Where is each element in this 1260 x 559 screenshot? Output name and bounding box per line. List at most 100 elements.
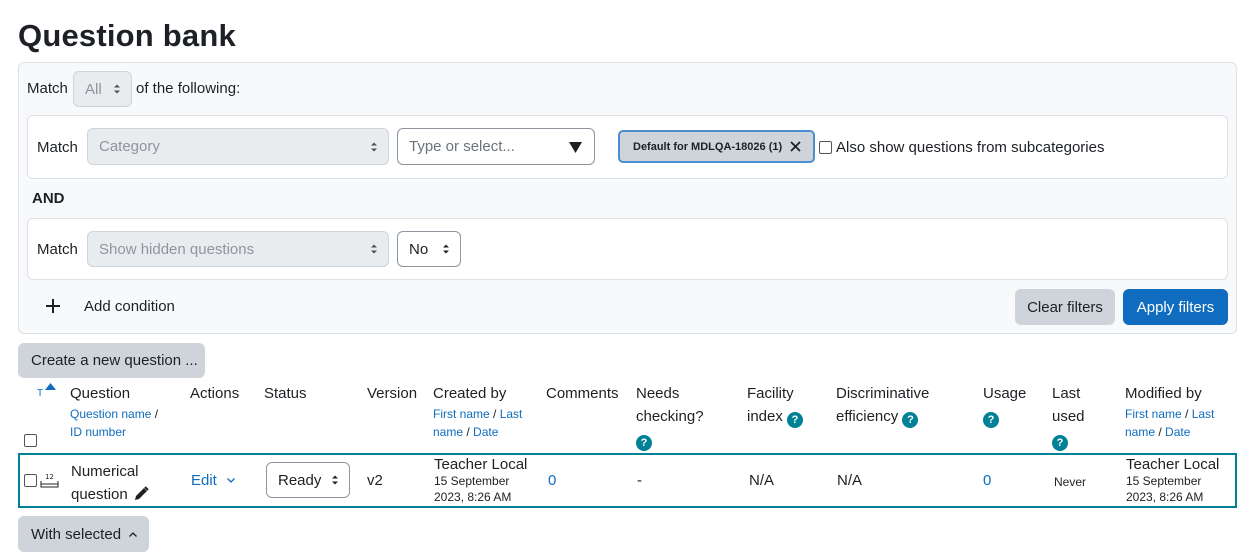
separator: /	[1155, 425, 1166, 439]
col-comments[interactable]: Comments	[546, 382, 619, 405]
row-checkbox[interactable]	[24, 474, 37, 487]
modified-by-name: Teacher Local	[1126, 456, 1220, 473]
category-tag-label: Default for MDLQA-18026 (1)	[633, 140, 783, 153]
edit-label: Edit	[191, 472, 217, 489]
status-select[interactable]: Ready	[266, 462, 350, 498]
condition-hidden: Match Show hidden questions No	[27, 218, 1228, 280]
page-title: Question bank	[18, 18, 236, 53]
sort-modified-date-link[interactable]: Date	[1165, 425, 1190, 439]
col-created-by: Created by First name / Last name / Date	[433, 382, 522, 441]
col-modified-by: Modified by First name / Last name / Dat…	[1125, 382, 1214, 441]
sort-created-first-link[interactable]: First name	[433, 407, 490, 421]
sort-modified-last-link[interactable]: name	[1125, 425, 1155, 439]
help-icon[interactable]: ?	[1052, 435, 1068, 451]
condition-match-label: Match	[37, 241, 78, 258]
hidden-value-select[interactable]: No	[397, 231, 461, 267]
created-date-line2: 2023, 8:26 AM	[434, 490, 512, 504]
with-selected-label: With selected	[31, 525, 122, 543]
match-join-select[interactable]: All	[73, 71, 132, 107]
clear-filters-button[interactable]: Clear filters	[1015, 289, 1115, 325]
col-discrim-line2: efficiency	[836, 408, 899, 425]
question-name-line1: Numerical	[71, 463, 139, 480]
col-facility-line2: index	[747, 408, 783, 425]
col-last-used-line1: Last	[1052, 385, 1081, 402]
numerical-question-icon: 12	[40, 473, 59, 488]
col-last-used: Last used ?	[1052, 382, 1085, 451]
separator: /	[1181, 407, 1192, 421]
select-all-checkbox[interactable]	[24, 434, 37, 447]
facility-index-value: N/A	[749, 472, 775, 489]
subcategories-label: Also show questions from subcategories	[836, 139, 1105, 156]
col-usage-label: Usage	[983, 385, 1027, 402]
col-discrim-line1: Discriminative	[836, 385, 930, 402]
sort-created-last-link[interactable]: name	[433, 425, 463, 439]
condition-type-value: Category	[99, 138, 160, 155]
pencil-icon[interactable]	[134, 486, 149, 501]
modified-by-cell: Teacher Local 15 September 2023, 8:26 AM	[1126, 456, 1219, 505]
sort-modified-last-link[interactable]: Last	[1192, 407, 1215, 421]
col-created-by-label[interactable]: Created by	[433, 382, 522, 405]
modified-date-line2: 2023, 8:26 AM	[1126, 490, 1204, 504]
col-last-used-line2: used	[1052, 408, 1085, 425]
select-arrows-icon	[371, 142, 377, 151]
close-icon[interactable]	[790, 141, 801, 152]
col-needs-checking: Needs checking? ?	[636, 382, 704, 451]
col-modified-by-label[interactable]: Modified by	[1125, 382, 1214, 405]
hidden-value: No	[409, 240, 429, 258]
table-row: 12 Numerical question Edit Ready v2 Teac…	[18, 453, 1237, 508]
category-tag: Default for MDLQA-18026 (1)	[618, 130, 816, 163]
question-name-line2: question	[71, 486, 128, 503]
subcategories-checkbox[interactable]	[819, 141, 832, 154]
separator: /	[489, 407, 500, 421]
col-status[interactable]: Status	[264, 382, 307, 405]
created-by-name: Teacher Local	[434, 456, 528, 473]
condition-type-select[interactable]: Category	[87, 128, 389, 165]
sort-created-date-link[interactable]: Date	[473, 425, 498, 439]
select-arrows-icon	[332, 475, 338, 485]
category-search-placeholder: Type or select...	[409, 138, 515, 155]
needs-checking-value: -	[637, 472, 642, 489]
question-name: Numerical question	[71, 460, 149, 506]
help-icon[interactable]: ?	[902, 412, 919, 428]
with-selected-button[interactable]: With selected	[18, 516, 149, 552]
select-arrows-icon	[443, 244, 449, 254]
sort-modified-first-link[interactable]: First name	[1125, 407, 1182, 421]
filter-panel: Match All of the following: Match Catego…	[18, 62, 1237, 334]
match-label: Match	[27, 80, 68, 97]
condition-type-select[interactable]: Show hidden questions	[87, 231, 389, 267]
qtype-badge-text: 12	[45, 473, 54, 481]
comments-link[interactable]: 0	[548, 472, 556, 489]
sort-asc-icon	[45, 383, 56, 390]
help-icon[interactable]: ?	[636, 435, 652, 451]
help-icon[interactable]: ?	[787, 412, 804, 428]
select-arrows-icon	[114, 84, 120, 94]
chevron-up-icon	[129, 531, 138, 537]
category-search-input[interactable]: Type or select...	[397, 128, 595, 165]
help-icon[interactable]: ?	[983, 412, 999, 428]
col-question-label[interactable]: Question	[70, 382, 158, 405]
last-used-value: Never	[1054, 475, 1087, 489]
usage-link[interactable]: 0	[983, 472, 991, 489]
sort-created-last-link[interactable]: Last	[500, 407, 523, 421]
dropdown-triangle-icon[interactable]	[569, 142, 582, 153]
of-following-label: of the following:	[136, 80, 241, 97]
create-question-button[interactable]: Create a new question ...	[18, 343, 205, 378]
chevron-down-icon	[227, 478, 235, 483]
sort-id-number-link[interactable]: ID number	[70, 425, 126, 439]
add-condition-button[interactable]: Add condition	[84, 298, 175, 315]
col-needs-checking-line2: checking?	[636, 408, 704, 425]
match-join-value: All	[85, 80, 102, 98]
col-facility-index: Facility index ?	[747, 382, 804, 428]
col-version[interactable]: Version	[367, 382, 417, 405]
col-usage: Usage ?	[983, 382, 1026, 428]
apply-filters-button[interactable]: Apply filters	[1123, 289, 1228, 325]
col-discriminative: Discriminative efficiency ?	[836, 382, 929, 428]
plus-icon[interactable]	[46, 299, 60, 313]
condition-match-label: Match	[37, 139, 78, 156]
col-question: Question Question name / ID number	[70, 382, 158, 441]
condition-category: Match Category Type or select... Default…	[27, 115, 1228, 179]
sort-question-name-link[interactable]: Question name	[70, 407, 151, 421]
modified-date-line1: 15 September	[1126, 474, 1202, 488]
edit-menu[interactable]: Edit	[191, 472, 235, 489]
sort-type-link[interactable]: T	[37, 382, 43, 405]
